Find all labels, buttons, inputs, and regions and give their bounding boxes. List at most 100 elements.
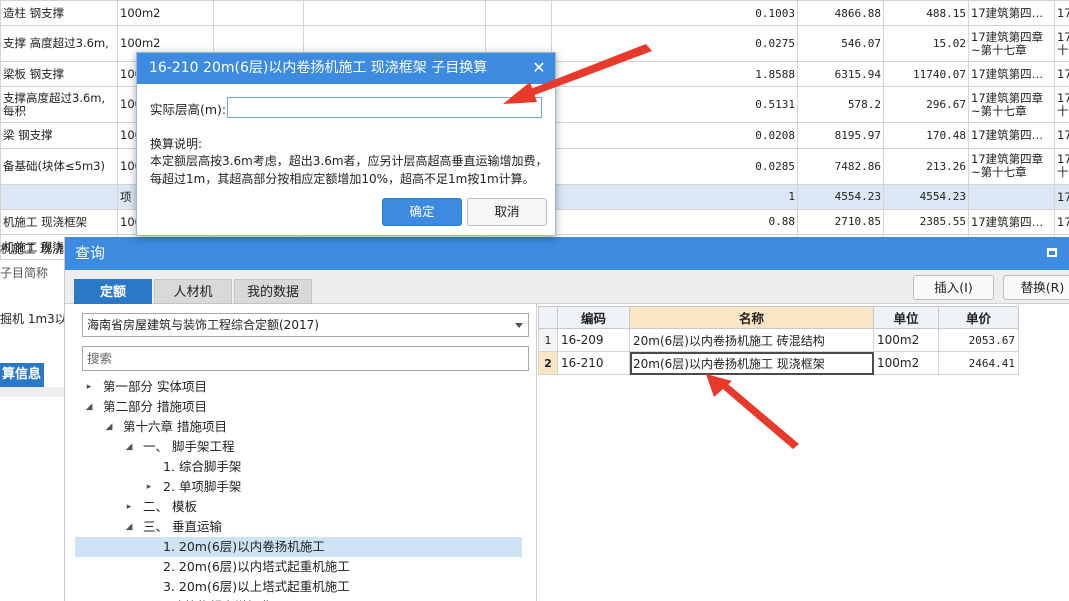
budget-cell-total[interactable]: 488.15: [883, 0, 969, 27]
budget-cell-chapter[interactable]: [968, 183, 1055, 210]
budget-cell-name[interactable]: 备基础(块体≤5m3): [0, 147, 118, 185]
budget-cell-chapter[interactable]: 17建筑第四章~第十七章: [968, 25, 1055, 63]
expand-arrow-icon[interactable]: ▸: [83, 377, 95, 397]
budget-cell-extra[interactable]: 17: [1054, 61, 1069, 88]
budget-cell-extra[interactable]: 17: [1054, 122, 1069, 149]
budget-cell-extra[interactable]: 17: [1054, 0, 1069, 27]
budget-cell-quantity[interactable]: 0.0275: [551, 25, 798, 63]
budget-cell-price[interactable]: 578.2: [797, 86, 884, 124]
budget-cell-chapter[interactable]: 17建筑第四章~第十七章: [968, 147, 1055, 185]
budget-cell-total[interactable]: 296.67: [883, 86, 969, 124]
expand-arrow-icon[interactable]: ▸: [143, 477, 155, 497]
grid-row-selected[interactable]: 2 16-210 20m(6层)以内卷扬机施工 现浇框架 100m2 2464.…: [538, 351, 1019, 375]
grid-header-price[interactable]: 单价: [938, 306, 1019, 329]
budget-cell-price[interactable]: 546.07: [797, 25, 884, 63]
tree-node[interactable]: 2. 20m(6层)以内塔式起重机施工: [75, 557, 522, 577]
grid-header-unit[interactable]: 单位: [873, 306, 939, 329]
close-icon[interactable]: ✕: [530, 58, 548, 78]
budget-cell-empty[interactable]: [213, 0, 304, 27]
calc-info-tab[interactable]: 算信息: [0, 363, 44, 387]
budget-cell-empty[interactable]: [303, 0, 486, 27]
budget-cell-quantity[interactable]: 0.5131: [551, 86, 798, 124]
collapse-arrow-icon[interactable]: ◢: [83, 397, 95, 417]
budget-cell-total[interactable]: 170.48: [883, 122, 969, 149]
budget-cell-price[interactable]: 6315.94: [797, 61, 884, 88]
tree-node[interactable]: ▸ 二、 模板: [75, 497, 522, 517]
tree-node[interactable]: 1. 综合脚手架: [75, 457, 522, 477]
budget-cell-extra[interactable]: 17 十: [1054, 86, 1069, 124]
tree-node-selected[interactable]: 1. 20m(6层)以内卷扬机施工: [75, 537, 522, 557]
tree-node[interactable]: ◢ 三、 垂直运输: [75, 517, 522, 537]
budget-cell-name[interactable]: 支撑高度超过3.6m,每积: [0, 86, 118, 124]
tree-node[interactable]: ◢ 第十六章 措施项目: [75, 417, 522, 437]
grid-header-name[interactable]: 名称: [629, 306, 874, 329]
budget-cell-extra[interactable]: 17: [1054, 183, 1069, 210]
budget-cell-total[interactable]: 4554.23: [883, 183, 969, 210]
tree-node[interactable]: ▸ 2. 单项脚手架: [75, 477, 522, 497]
cancel-button[interactable]: 取消: [467, 198, 547, 226]
budget-cell-name[interactable]: 机施工 现浇框架: [0, 208, 118, 235]
budget-cell-quantity[interactable]: 0.0208: [551, 122, 798, 149]
budget-row[interactable]: 造柱 钢支撑100m2 0.10034866.88488.1517建筑第四…17: [0, 0, 1069, 27]
floor-height-input[interactable]: [227, 97, 542, 118]
budget-cell-name[interactable]: 造柱 钢支撑: [0, 0, 118, 27]
grid-cell-code[interactable]: 16-210: [557, 351, 630, 375]
budget-cell-extra[interactable]: 17 十: [1054, 147, 1069, 185]
budget-cell-price[interactable]: 7482.86: [797, 147, 884, 185]
budget-cell-quantity[interactable]: 0.1003: [551, 0, 798, 27]
search-input[interactable]: [82, 346, 529, 371]
collapse-arrow-icon[interactable]: ◢: [123, 437, 135, 457]
grid-row[interactable]: 1 16-209 20m(6层)以内卷扬机施工 砖混结构 100m2 2053.…: [538, 328, 1019, 352]
tab-labor-material-machine[interactable]: 人材机: [154, 279, 232, 304]
budget-cell-chapter[interactable]: 17建筑第四章~第十七章: [968, 86, 1055, 124]
tree-node[interactable]: 3. 20m(6层)以上塔式起重机施工: [75, 577, 522, 597]
insert-button[interactable]: 插入(I): [913, 275, 994, 300]
budget-cell-total[interactable]: 15.02: [883, 25, 969, 63]
budget-cell-total[interactable]: 2385.55: [883, 208, 969, 235]
budget-cell-total[interactable]: 11740.07: [883, 61, 969, 88]
maximize-icon[interactable]: [1047, 248, 1057, 257]
quota-library-select[interactable]: 海南省房屋建筑与装饰工程综合定额(2017): [82, 313, 529, 337]
budget-cell-quantity[interactable]: 0.88: [551, 208, 798, 235]
budget-cell-price[interactable]: 2710.85: [797, 208, 884, 235]
replace-button[interactable]: 替换(R): [1003, 275, 1069, 300]
budget-cell-total[interactable]: 213.26: [883, 147, 969, 185]
budget-cell-name[interactable]: [0, 183, 118, 210]
confirm-button[interactable]: 确定: [382, 198, 462, 226]
budget-cell-price[interactable]: 8195.97: [797, 122, 884, 149]
budget-cell-quantity[interactable]: 1.8588: [551, 61, 798, 88]
budget-cell-quantity[interactable]: 0.0285: [551, 147, 798, 185]
budget-cell-chapter[interactable]: 17建筑第四…: [968, 208, 1055, 235]
budget-cell-name[interactable]: 梁板 钢支撑: [0, 61, 118, 88]
budget-cell-chapter[interactable]: 17建筑第四…: [968, 122, 1055, 149]
tab-quota[interactable]: 定额: [74, 279, 152, 304]
budget-cell-price[interactable]: 4554.23: [797, 183, 884, 210]
expand-arrow-icon[interactable]: ▸: [123, 497, 135, 517]
budget-cell-unit[interactable]: 100m2: [117, 0, 214, 27]
grid-cell-unit[interactable]: 100m2: [873, 351, 939, 375]
budget-cell-chapter[interactable]: 17建筑第四…: [968, 0, 1055, 27]
tab-my-data[interactable]: 我的数据: [234, 279, 312, 304]
expand-arrow-icon[interactable]: ▸: [123, 597, 135, 601]
budget-cell-extra[interactable]: 17 十: [1054, 25, 1069, 63]
tree-node[interactable]: ▸ 第一部分 实体项目: [75, 377, 522, 397]
budget-cell-name[interactable]: 梁 钢支撑: [0, 122, 118, 149]
collapse-arrow-icon[interactable]: ◢: [103, 417, 115, 437]
budget-cell-empty[interactable]: [485, 0, 552, 27]
budget-cell-chapter[interactable]: 17建筑第四…: [968, 61, 1055, 88]
grid-cell-unit[interactable]: 100m2: [873, 328, 939, 352]
budget-cell-name[interactable]: 支撑 高度超过3.6m,: [0, 25, 118, 63]
grid-header-code[interactable]: 编码: [557, 306, 630, 329]
tree-node[interactable]: ◢ 第二部分 措施项目: [75, 397, 522, 417]
tree-node[interactable]: ◢ 一、 脚手架工程: [75, 437, 522, 457]
tree-node[interactable]: ▸ 四、 建筑物超高增加费: [75, 597, 522, 601]
grid-cell-name-selected[interactable]: 20m(6层)以内卷扬机施工 现浇框架: [629, 351, 874, 375]
grid-cell-name[interactable]: 20m(6层)以内卷扬机施工 砖混结构: [629, 328, 874, 352]
grid-cell-price[interactable]: 2053.67: [938, 328, 1019, 352]
collapse-arrow-icon[interactable]: ◢: [123, 517, 135, 537]
grid-cell-price[interactable]: 2464.41: [938, 351, 1019, 375]
budget-cell-quantity[interactable]: 1: [551, 183, 798, 210]
budget-cell-price[interactable]: 4866.88: [797, 0, 884, 27]
budget-cell-extra[interactable]: 17: [1054, 208, 1069, 235]
grid-cell-code[interactable]: 16-209: [557, 328, 630, 352]
